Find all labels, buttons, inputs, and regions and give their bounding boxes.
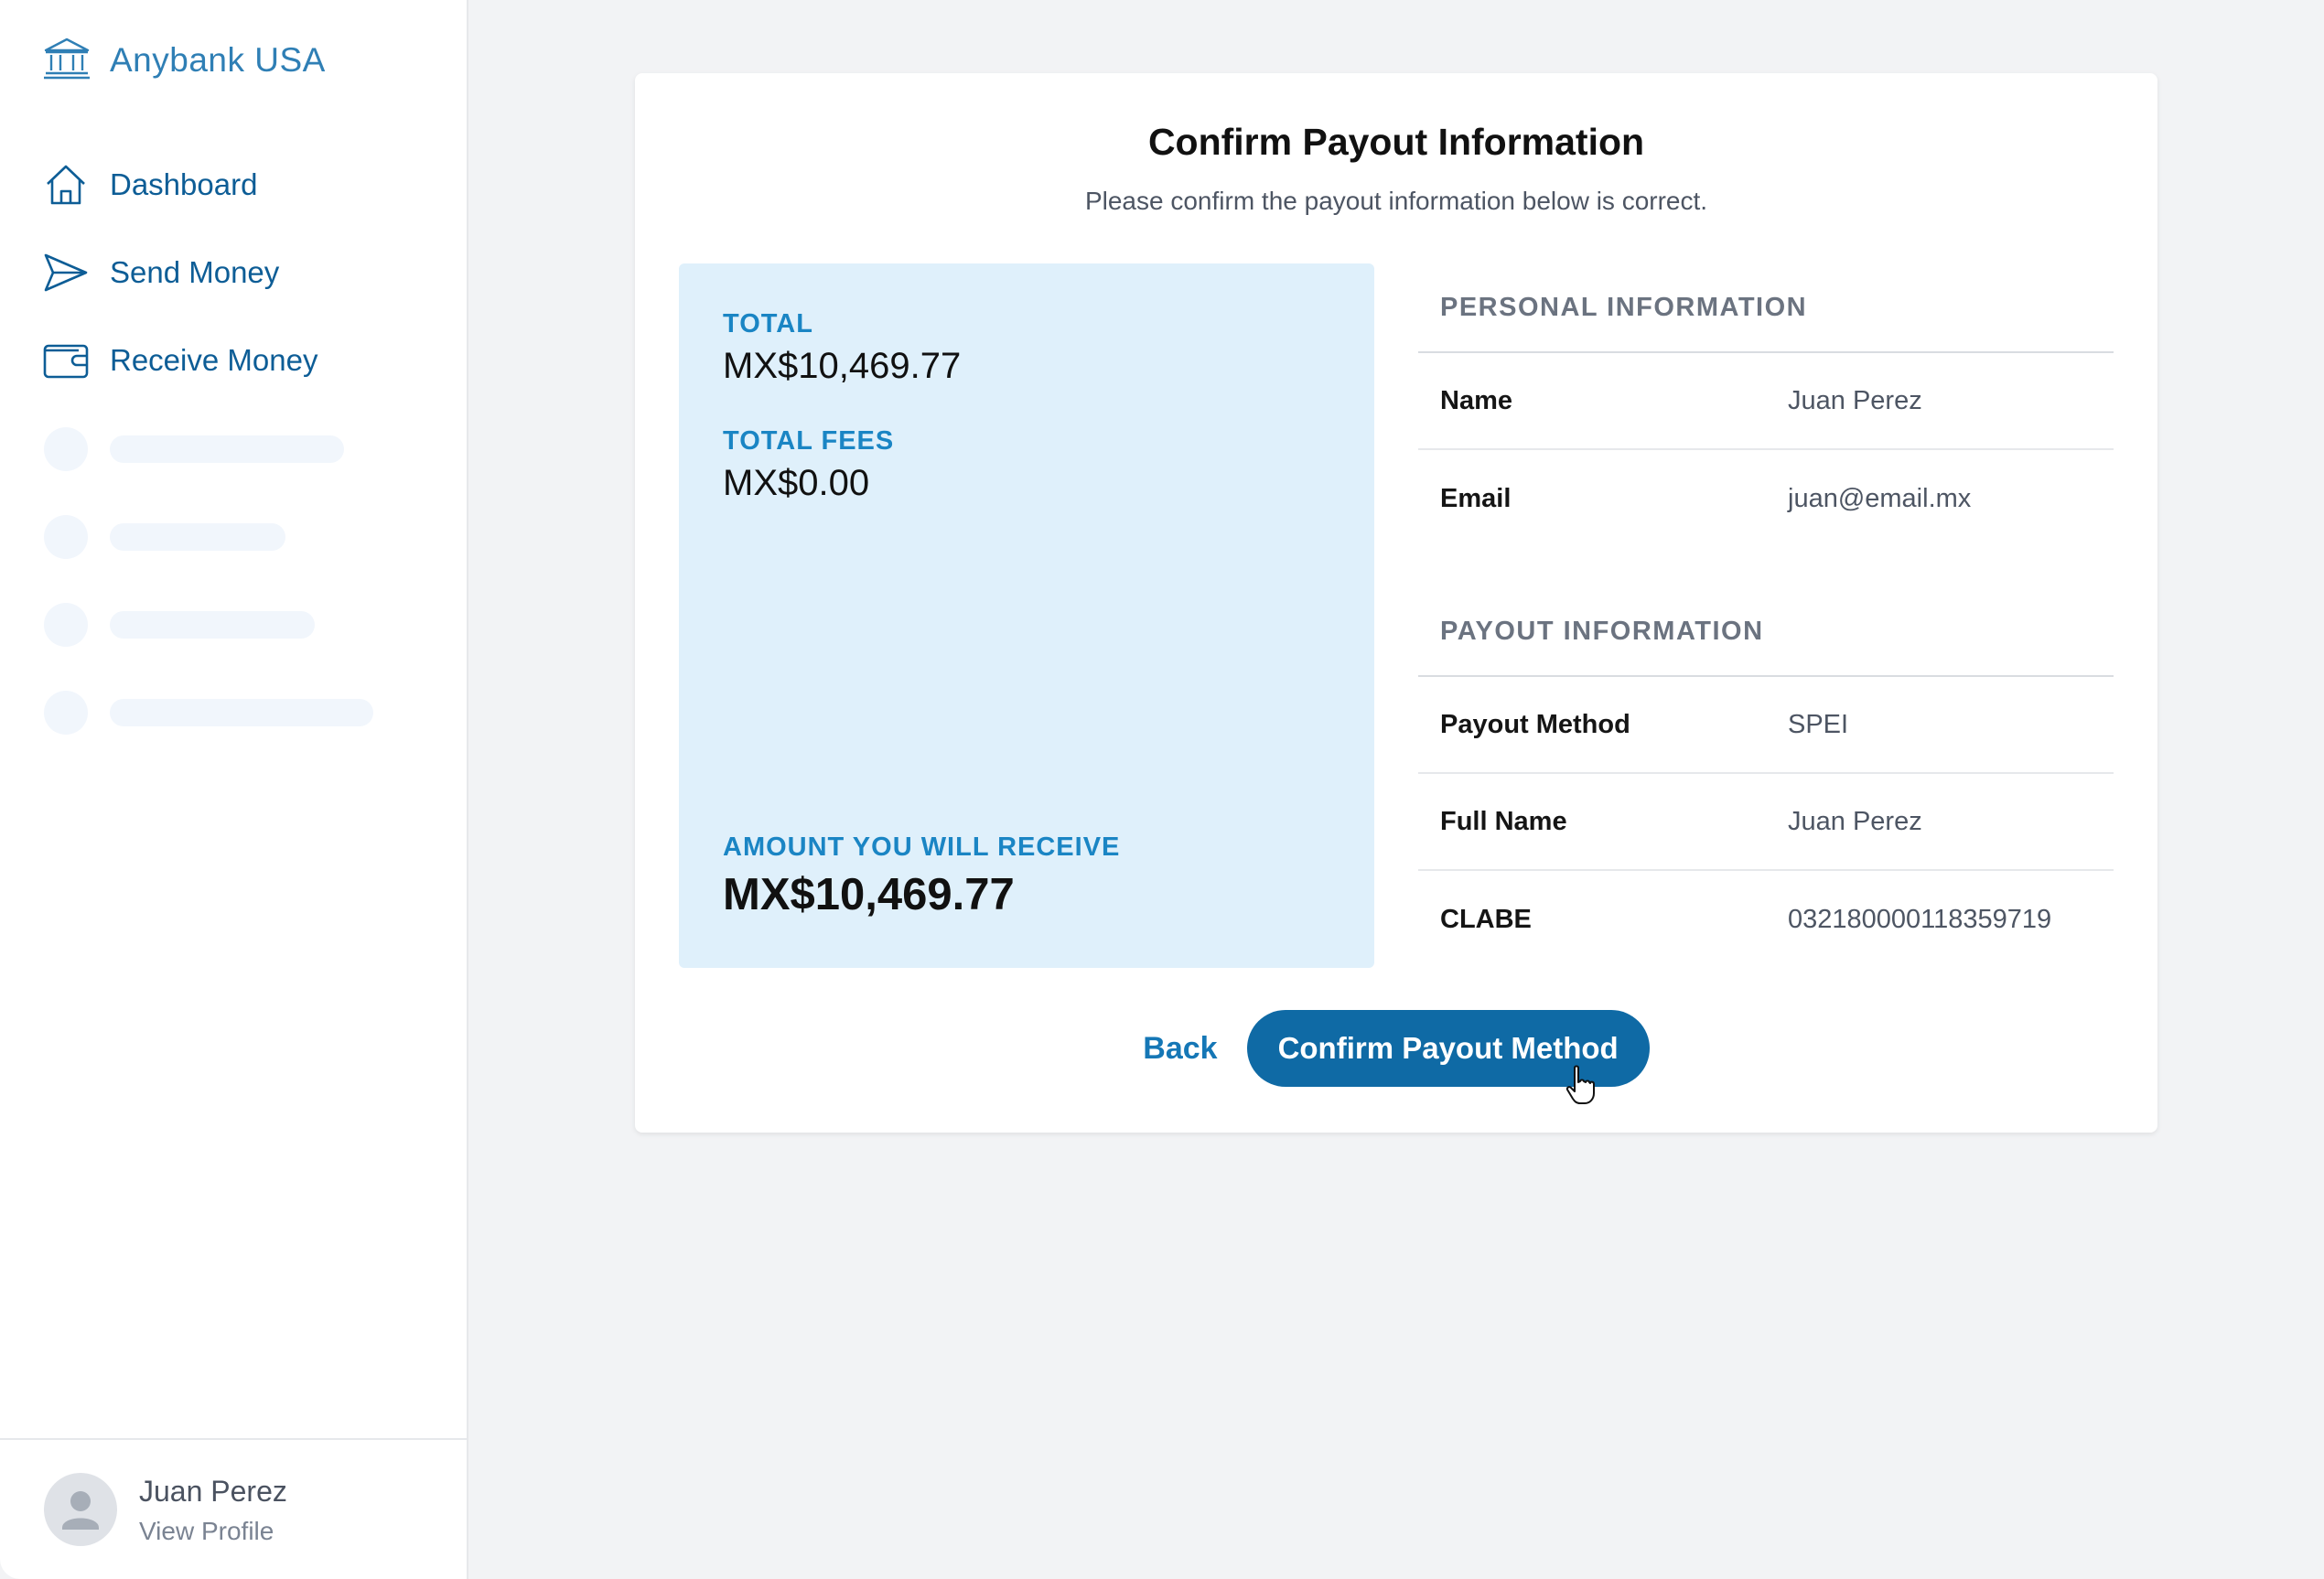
total-value: MX$10,469.77 [723, 346, 962, 386]
sidebar-item-dashboard[interactable]: Dashboard [42, 157, 317, 212]
sidebar: Anybank USA Dashboard Send Money Receive… [0, 0, 468, 1579]
hand-cursor-icon [1565, 1065, 1595, 1104]
sidebar-placeholder-item [44, 514, 373, 560]
placeholder-label [110, 611, 315, 639]
payout-info-heading: PAYOUT INFORMATION [1418, 587, 2114, 677]
detail-label: Name [1440, 385, 1512, 415]
total-fees-value: MX$0.00 [723, 463, 870, 503]
detail-label: Email [1440, 483, 1512, 513]
detail-row-email: Email juan@email.mx [1418, 450, 2114, 547]
placeholder-label [110, 523, 285, 551]
profile-name: Juan Perez [139, 1475, 287, 1508]
send-icon [42, 249, 90, 296]
page-subtitle: Please confirm the payout information be… [1084, 187, 1708, 215]
detail-value: Juan Perez [1788, 385, 1922, 415]
placeholder-icon [44, 691, 88, 735]
back-button[interactable]: Back [1143, 1031, 1217, 1067]
detail-label: Full Name [1440, 806, 1567, 836]
detail-label: CLABE [1440, 904, 1532, 934]
details-panel: PERSONAL INFORMATION Name Juan Perez Ema… [1418, 263, 2114, 968]
wallet-icon [42, 337, 90, 384]
page-title: Confirm Payout Information [1147, 121, 1645, 163]
sidebar-item-label: Send Money [110, 255, 280, 289]
detail-value: Juan Perez [1788, 806, 1922, 836]
placeholder-icon [44, 603, 88, 647]
app-window: Anybank USA Dashboard Send Money Receive… [0, 0, 2324, 1579]
amount-summary-panel: TOTAL MX$10,469.77 TOTAL FEES MX$0.00 AM… [679, 263, 1374, 968]
detail-label: Payout Method [1440, 709, 1630, 739]
brand-logo[interactable]: Anybank USA [42, 35, 326, 86]
home-icon [42, 161, 90, 209]
placeholder-label [110, 435, 344, 463]
detail-row-name: Name Juan Perez [1418, 353, 2114, 450]
detail-value: SPEI [1788, 709, 1849, 739]
personal-info-heading: PERSONAL INFORMATION [1418, 263, 2114, 353]
receive-amount-label: AMOUNT YOU WILL RECEIVE [723, 832, 1121, 862]
sidebar-placeholder-list [44, 426, 373, 778]
sidebar-item-label: Receive Money [110, 343, 318, 377]
receive-amount-value: MX$10,469.77 [723, 870, 1015, 919]
confirm-payout-card: Confirm Payout Information Please confir… [635, 73, 2157, 1133]
detail-row-clabe: CLABE 032180000118359719 [1418, 871, 2114, 968]
sidebar-item-send-money[interactable]: Send Money [42, 245, 317, 300]
sidebar-placeholder-item [44, 690, 373, 736]
user-icon [62, 1491, 99, 1530]
detail-row-payout-method: Payout Method SPEI [1418, 677, 2114, 774]
total-fees-label: TOTAL FEES [723, 426, 895, 456]
sidebar-placeholder-item [44, 426, 373, 472]
view-profile-link[interactable]: View Profile [139, 1517, 274, 1546]
detail-value: 032180000118359719 [1788, 904, 2052, 934]
avatar[interactable] [44, 1473, 117, 1546]
brand-name: Anybank USA [110, 41, 326, 79]
bank-icon [42, 36, 91, 86]
sidebar-item-label: Dashboard [110, 167, 258, 201]
placeholder-icon [44, 515, 88, 559]
sidebar-placeholder-item [44, 602, 373, 648]
detail-value: juan@email.mx [1788, 483, 1972, 513]
placeholder-icon [44, 427, 88, 471]
detail-row-full-name: Full Name Juan Perez [1418, 774, 2114, 871]
total-label: TOTAL [723, 309, 813, 338]
sidebar-item-receive-money[interactable]: Receive Money [42, 333, 317, 388]
profile-section[interactable]: Juan Perez View Profile [0, 1438, 468, 1579]
placeholder-label [110, 699, 373, 726]
sidebar-nav: Dashboard Send Money Receive Money [42, 157, 317, 421]
action-bar: Back Confirm Payout Method [635, 1010, 2157, 1087]
